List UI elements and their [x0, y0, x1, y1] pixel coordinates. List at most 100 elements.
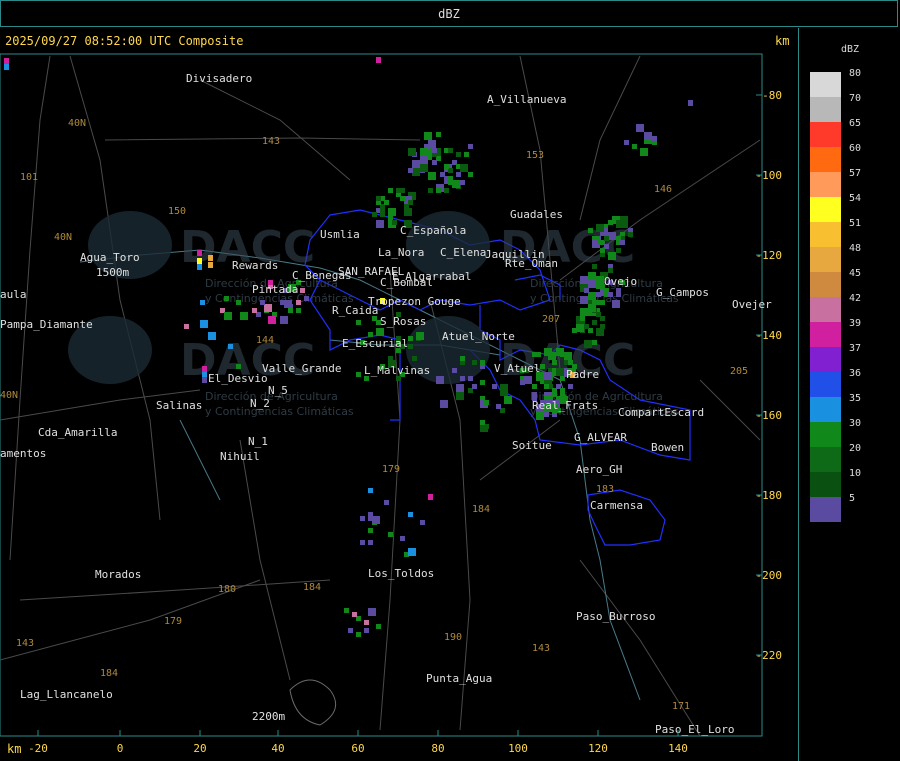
echo-cell — [504, 396, 512, 404]
echo-cell — [616, 220, 624, 228]
echo-cell — [616, 248, 621, 253]
echo-cell-strong — [197, 264, 202, 270]
radar-display: dBZ DACC Dirección de Agricultura y Cont… — [0, 0, 900, 761]
echo-cell — [440, 400, 448, 408]
echo-cell — [396, 188, 401, 193]
echo-cell — [544, 412, 549, 417]
place-label: Atuel_Norte — [442, 330, 515, 343]
echo-cell — [604, 236, 609, 241]
echo-cell — [452, 368, 457, 373]
place-label: Salinas — [156, 399, 202, 412]
echo-cell-strong — [197, 258, 202, 264]
legend-label: 70 — [849, 93, 862, 104]
echo-cell — [540, 364, 545, 369]
echo-cell — [368, 608, 376, 616]
place-label: Carmensa — [590, 499, 643, 512]
y-tick-label: -80 — [762, 89, 782, 102]
place-label: C_Benegas — [292, 269, 352, 282]
echo-cell — [408, 148, 416, 156]
legend-swatch — [810, 247, 841, 272]
echo-cell — [408, 512, 413, 517]
echo-cell — [392, 220, 397, 225]
x-tick-label: 100 — [508, 742, 528, 755]
y-tick-label: -140 — [756, 329, 783, 342]
y-tick-label: -100 — [756, 169, 783, 182]
mountain-contour — [289, 679, 337, 726]
place-label: G_Campos — [656, 286, 709, 299]
road-number: 40N — [54, 232, 72, 243]
echo-cell — [404, 204, 409, 209]
echo-cell — [460, 180, 465, 185]
echo-cell — [588, 272, 596, 280]
echo-cell — [492, 384, 497, 389]
echo-cell — [360, 540, 365, 545]
legend-swatch — [810, 497, 841, 522]
road-number: 190 — [444, 632, 462, 643]
place-labels: Divisadero A_Villanueva Guadales Agua_Toro U… — [0, 72, 772, 736]
echo-cell — [420, 520, 425, 525]
echo-cell — [532, 384, 537, 389]
road-number: 171 — [672, 701, 690, 712]
echo-cell — [500, 388, 508, 396]
echo-cell — [388, 208, 396, 216]
echo-cell — [460, 356, 465, 361]
echo-cell — [588, 304, 596, 312]
place-label: E_Escurial — [342, 337, 408, 350]
echo-cell — [432, 160, 437, 165]
echo-cell — [348, 628, 353, 633]
place-label: Pampa_Diamante — [0, 318, 93, 331]
y-tick-label: -200 — [756, 569, 783, 582]
echo-cell — [428, 188, 433, 193]
road-number: 143 — [532, 643, 550, 654]
echo-cell — [224, 312, 232, 320]
echo-cell — [408, 168, 413, 173]
echo-cell — [524, 376, 532, 384]
legend-swatch — [810, 122, 841, 147]
legend-label: 42 — [849, 293, 862, 304]
echo-cell — [596, 284, 601, 289]
place-label: Nihuil — [220, 450, 260, 463]
echo-cell — [420, 148, 428, 156]
echo-cell — [344, 608, 349, 613]
radar-map[interactable]: DACC Dirección de Agricultura y Continge… — [0, 0, 900, 761]
echo-cell — [592, 340, 597, 345]
echo-cell — [376, 220, 384, 228]
place-label: Lag_Llancanelo — [20, 688, 113, 701]
echo-cell — [280, 316, 288, 324]
echo-cell — [592, 240, 597, 245]
legend-label: 65 — [849, 118, 862, 129]
echo-cell — [364, 628, 369, 633]
y-tick-label: -160 — [756, 409, 783, 422]
legend-label: 51 — [849, 218, 862, 229]
echo-cell — [640, 148, 648, 156]
echo-cell — [412, 160, 420, 168]
road-number: 207 — [542, 314, 560, 325]
echo-cell — [444, 188, 449, 193]
place-label: N_1 — [248, 435, 268, 448]
echo-cell — [552, 360, 557, 365]
legend-label: 60 — [849, 143, 862, 154]
legend-swatch — [810, 222, 841, 247]
echo-cell — [468, 172, 473, 177]
echo-cell — [304, 296, 309, 301]
road-number: 184 — [100, 668, 118, 679]
road-number: 143 — [262, 136, 280, 147]
place-label: Aero_GH — [576, 463, 622, 476]
echo-cell — [376, 196, 381, 201]
echo-cell — [376, 624, 381, 629]
echo-cell — [412, 356, 417, 361]
x-axis-ticks: -20 0 20 40 60 80 100 120 140 — [28, 730, 688, 755]
watermark-line2-3: y Contingencias Climáticas — [205, 405, 354, 418]
echo-cell — [420, 156, 428, 164]
road-number: 183 — [596, 484, 614, 495]
echo-cell — [456, 172, 461, 177]
place-label: Soitue — [512, 439, 552, 452]
place-label: Ovejo — [604, 275, 637, 288]
place-label: Punta_Agua — [426, 672, 492, 685]
echo-cell — [608, 232, 616, 240]
echo-cell — [224, 296, 229, 301]
echo-cell-strong — [376, 57, 381, 63]
place-label: Tropezon Gouge — [368, 295, 461, 308]
echo-cell — [428, 140, 436, 148]
echo-cell — [456, 384, 464, 392]
